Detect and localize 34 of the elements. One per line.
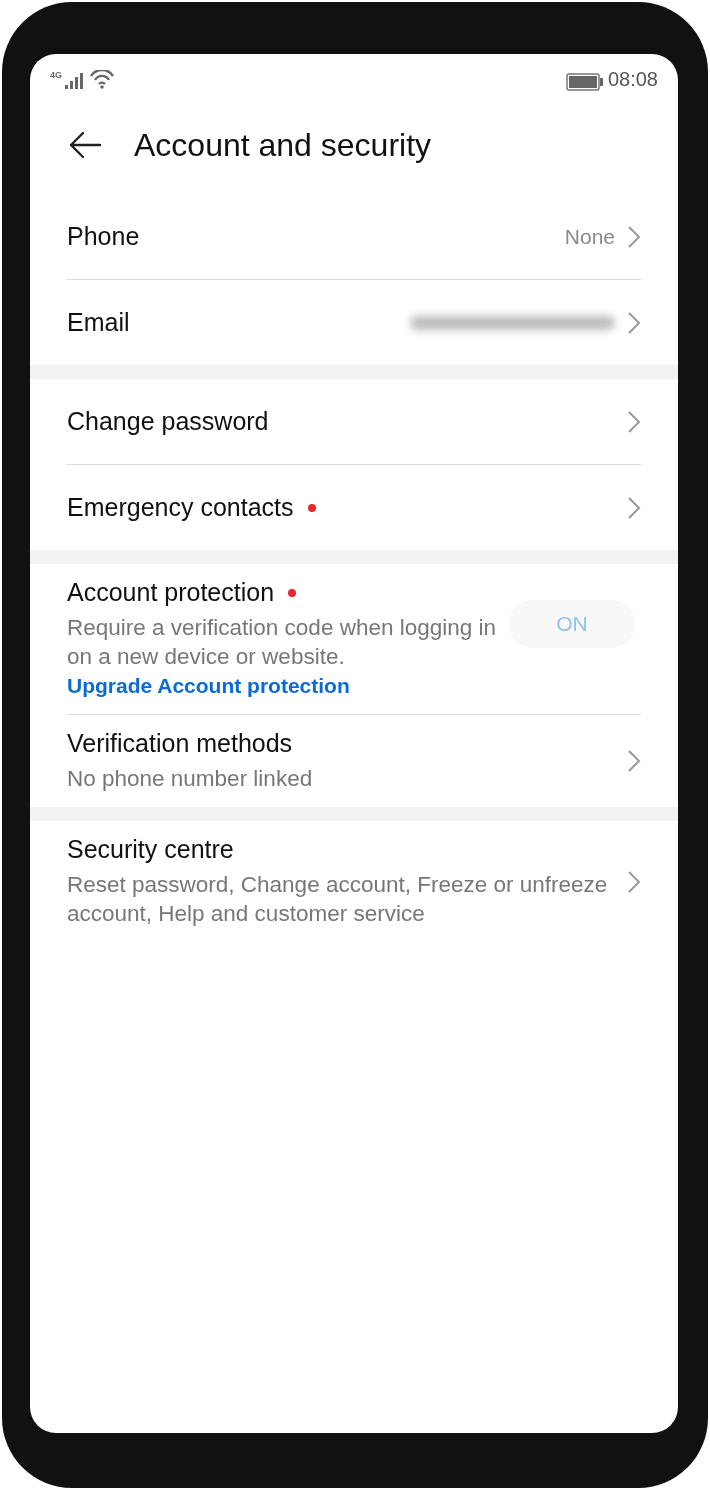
page-title: Account and security <box>134 126 432 164</box>
settings-row[interactable]: Emergency contacts <box>67 465 641 550</box>
row-label: Emergency contacts <box>67 493 294 522</box>
settings-row[interactable]: Email <box>67 280 641 365</box>
wifi-icon <box>90 69 114 89</box>
back-arrow-icon <box>68 130 102 160</box>
settings-row[interactable]: Security centre Reset password, Change account, Freeze or unfreeze account, Help and customer service <box>67 821 641 942</box>
row-label: Verification methods <box>67 729 293 758</box>
chevron-right-icon <box>627 224 641 249</box>
clock-time: 08:08 <box>607 67 658 91</box>
row-label: Phone <box>67 222 140 251</box>
row-label: Security centre <box>67 835 234 864</box>
signal-icon <box>65 72 83 89</box>
chevron-right-icon <box>627 310 641 335</box>
battery-icon <box>565 72 603 91</box>
row-value: None <box>564 224 615 249</box>
row-label: Account protection <box>67 578 275 607</box>
settings-row[interactable]: Phone None <box>67 194 641 280</box>
network-type: 4G <box>50 69 62 80</box>
chevron-right-icon <box>627 749 641 773</box>
upgrade-link[interactable]: Upgrade Account protection <box>67 671 497 700</box>
row-description: No phone number linked <box>67 765 314 793</box>
chevron-right-icon <box>627 409 641 434</box>
chevron-right-icon <box>627 869 641 894</box>
row-label: Email <box>67 308 130 337</box>
settings-row[interactable]: Change password <box>67 379 641 465</box>
back-button[interactable] <box>68 130 102 160</box>
notification-dot <box>307 503 316 512</box>
chevron-right-icon <box>627 495 641 520</box>
notification-dot <box>288 588 297 597</box>
settings-row[interactable]: Verification methods No phone number linked <box>67 715 641 807</box>
row-label: Change password <box>67 407 269 436</box>
row-description: Reset password, Change account, Freeze or unfreeze account, Help and customer service <box>67 871 609 928</box>
row-description: Require a verification code when logging in on a new device or website. <box>67 614 497 671</box>
